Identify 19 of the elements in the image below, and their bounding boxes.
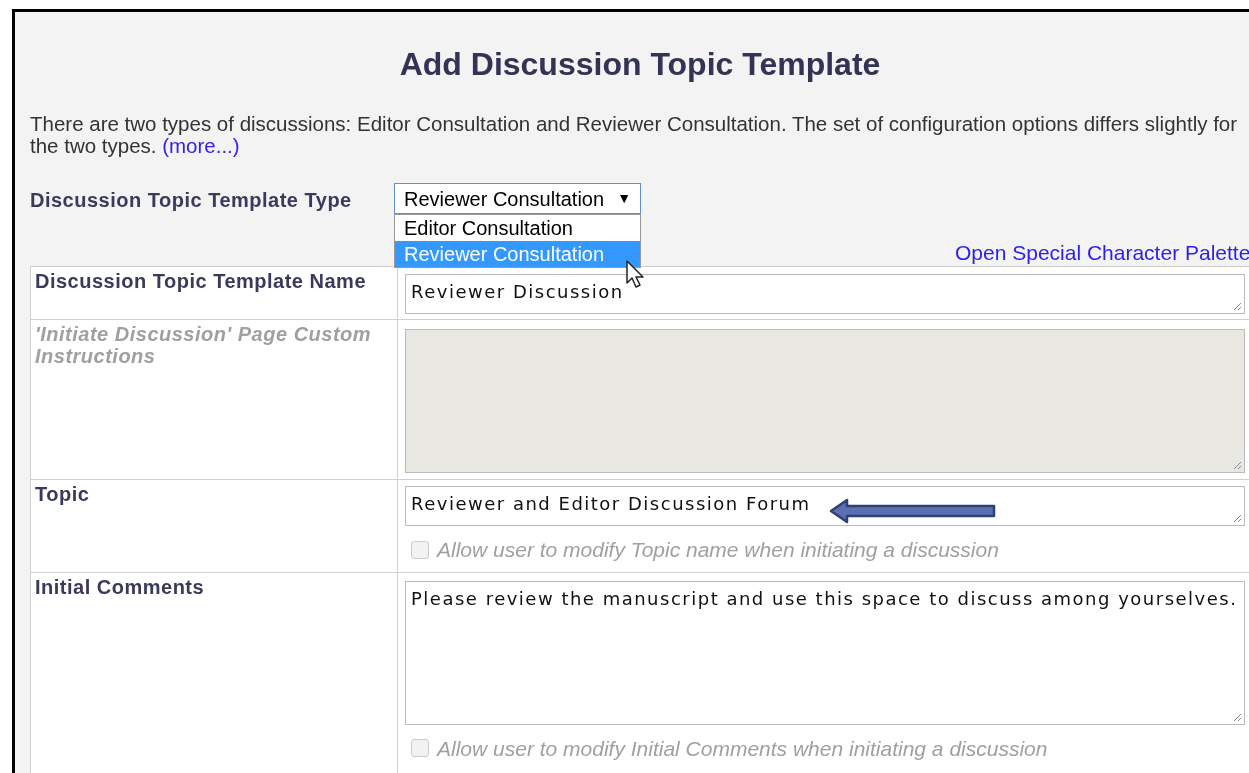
type-dropdown[interactable]: Reviewer Consultation ▼: [394, 183, 641, 214]
field-label: Discussion Topic Template Type: [30, 188, 353, 213]
resize-grip-icon[interactable]: [1232, 711, 1242, 722]
resize-grip-icon[interactable]: [1232, 513, 1242, 523]
page-title: Add Discussion Topic Template: [399, 48, 881, 80]
caret-icon: ▼: [617, 188, 631, 209]
input-field[interactable]: Reviewer Discussion: [405, 274, 1245, 314]
field-label: 'Initiate Discussion' Page Custom Instructions: [35, 323, 373, 367]
resize-grip-icon[interactable]: [1232, 301, 1242, 311]
input-field[interactable]: Reviewer and Editor Discussion Forum: [405, 486, 1245, 526]
field-label: Initial Comments: [35, 575, 206, 598]
special-character-link[interactable]: Open Special Character Palette: [955, 241, 1249, 264]
checkbox-label: Allow user to modify Initial Comments when initiating a discussion: [437, 735, 1048, 762]
description-text: There are two types of discussions: Editor Consultation and Reviewer Consultation. The set of configuration options differs slightly for the two types. (more...): [30, 113, 1239, 157]
field-label: Discussion Topic Template Name: [35, 270, 367, 292]
field-label: Topic: [35, 483, 91, 505]
checkbox-label: Allow user to modify Topic name when initiating a discussion: [437, 537, 999, 563]
input-field[interactable]: Please review the manuscript and use this space to discuss among yourselves.: [405, 580, 1245, 725]
more-link[interactable]: (more...): [162, 134, 240, 157]
